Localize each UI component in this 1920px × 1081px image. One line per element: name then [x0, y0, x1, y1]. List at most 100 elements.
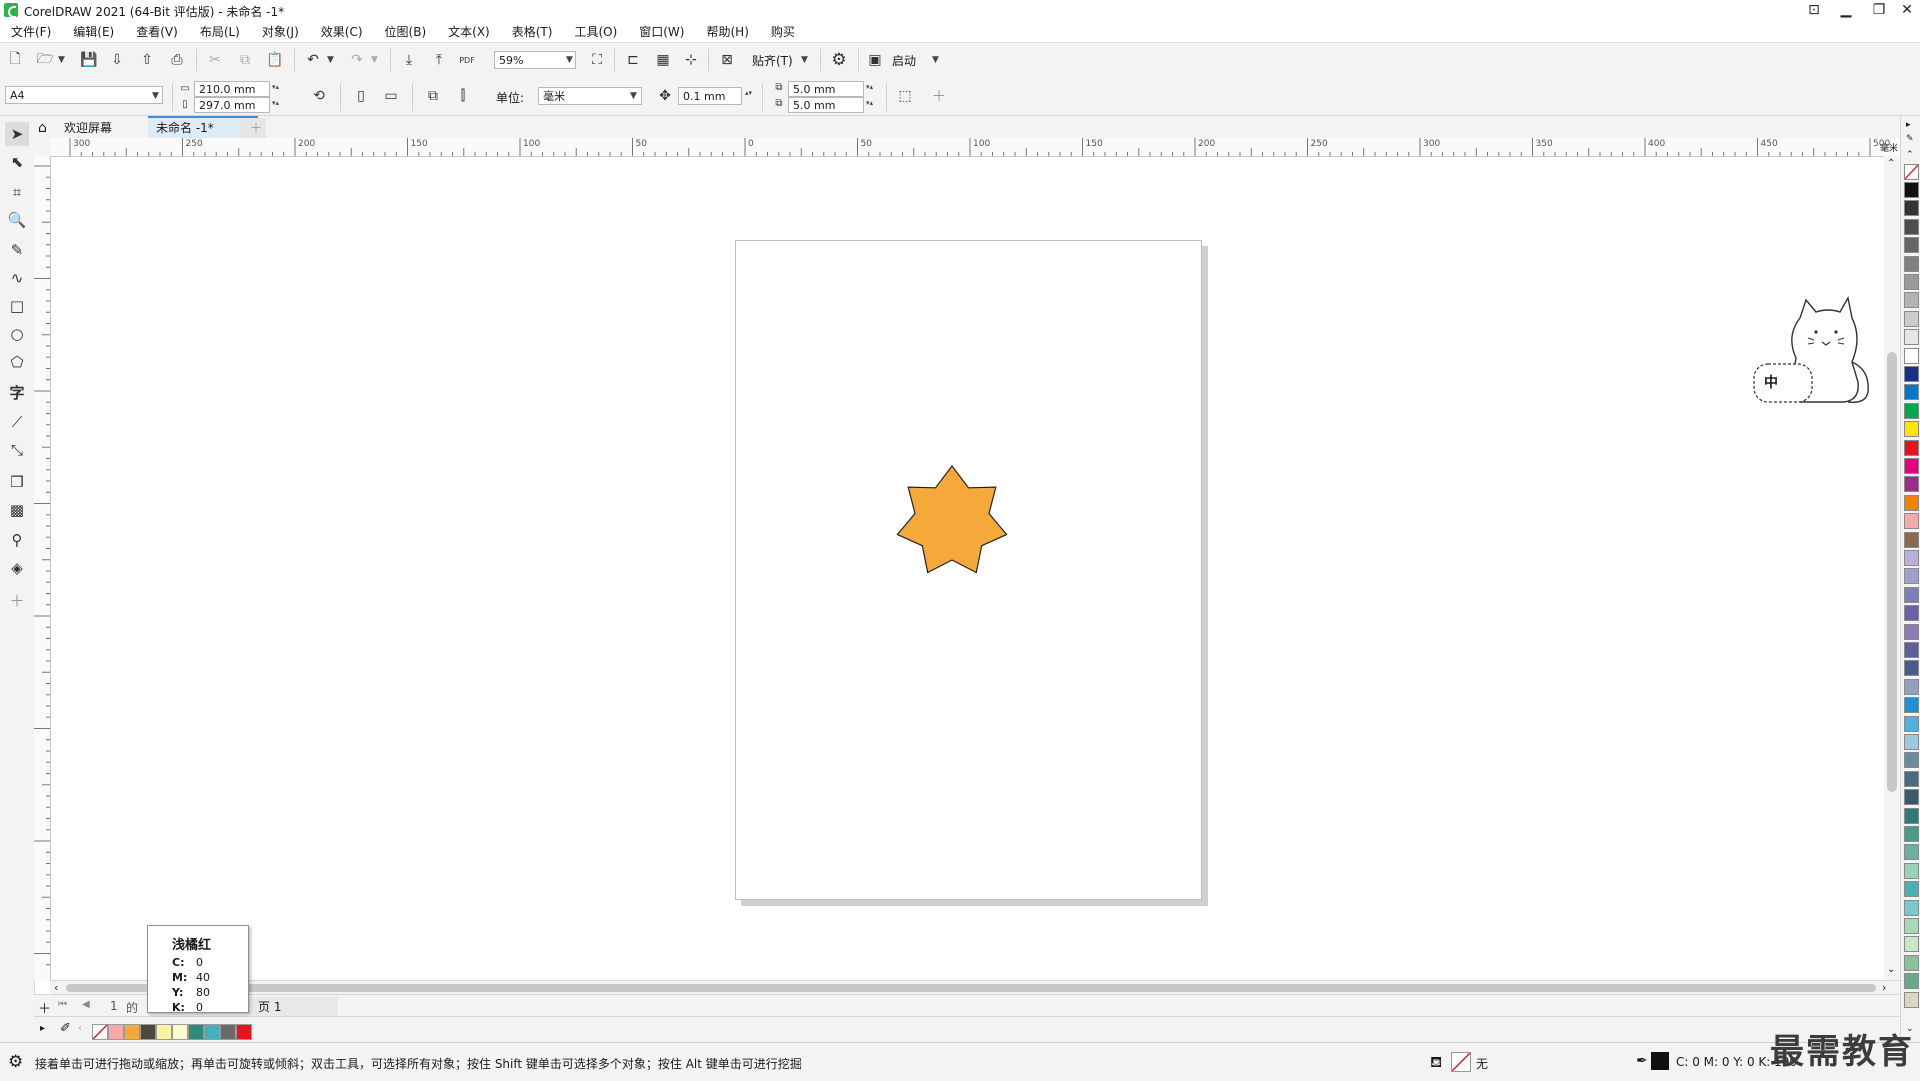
snap-to-menu[interactable]: 贴齐(T) [752, 52, 793, 69]
dup-y-spin-icon[interactable]: ▾▴ [866, 99, 873, 107]
minimize-button[interactable]: ▁ [1829, 0, 1863, 20]
paste-icon[interactable]: 📋 [264, 49, 286, 71]
new-document-icon[interactable]: 🗋 [4, 49, 26, 71]
vertical-ruler[interactable] [34, 156, 51, 980]
new-tab-icon[interactable]: ＋ [242, 118, 266, 138]
vertical-scroll-thumb[interactable] [1887, 352, 1897, 792]
menu-object[interactable]: 对象(J) [251, 23, 310, 40]
palette-color-swatch[interactable] [1904, 642, 1919, 658]
menu-effects[interactable]: 效果(C) [310, 23, 374, 40]
pick-tool-icon[interactable]: ➤ [5, 122, 29, 146]
fill-none-indicator[interactable] [1451, 1052, 1471, 1072]
palette-color-swatch[interactable] [1904, 789, 1919, 806]
snap-dropdown-icon[interactable]: ▼ [801, 55, 808, 65]
palette-color-swatch[interactable] [1904, 605, 1919, 622]
zoom-dropdown-icon[interactable]: ▼ [566, 55, 573, 65]
palette-color-swatch[interactable] [1904, 586, 1919, 603]
all-pages-size-icon[interactable]: ⟲ [308, 85, 330, 107]
palette-flyout-icon[interactable]: ▸ [1906, 120, 1911, 130]
vertical-scrollbar[interactable]: ⌃ ⌄ [1884, 156, 1900, 980]
palette-color-swatch[interactable] [1904, 862, 1919, 879]
unit-dropdown-icon[interactable]: ▼ [630, 91, 637, 101]
ellipse-tool-icon[interactable]: ○ [5, 322, 29, 346]
palette-color-swatch[interactable] [1904, 255, 1919, 272]
palette-color-swatch[interactable] [1904, 973, 1919, 990]
document-color-swatch[interactable] [220, 1024, 236, 1040]
palette-color-swatch[interactable] [1904, 954, 1919, 971]
duplicate-distance-x-field[interactable]: 5.0 mm [788, 81, 864, 97]
document-color-swatch[interactable] [108, 1024, 124, 1040]
menu-bitmaps[interactable]: 位图(B) [374, 23, 438, 40]
document-color-swatch[interactable] [156, 1024, 172, 1040]
palette-scroll-left-icon[interactable]: ‹ [78, 1023, 82, 1034]
shape-tool-icon[interactable]: ⬉ [5, 150, 29, 174]
scroll-right-icon[interactable]: › [1882, 981, 1886, 994]
dup-x-spin-icon[interactable]: ▾▴ [866, 83, 873, 91]
palette-color-swatch[interactable] [1904, 899, 1919, 916]
text-tool-icon[interactable]: 字 [5, 380, 29, 404]
drop-shadow-tool-icon[interactable]: ❒ [5, 470, 29, 494]
open-folder-icon[interactable]: 🗁 [34, 49, 56, 71]
palette-color-swatch[interactable] [1904, 623, 1919, 640]
palette-color-swatch[interactable] [1904, 421, 1919, 438]
document-color-swatch[interactable] [236, 1024, 252, 1040]
redo-icon[interactable]: ↷ [346, 49, 368, 71]
no-color-swatch[interactable] [92, 1024, 108, 1040]
palette-color-swatch[interactable] [1904, 826, 1919, 842]
width-spin-icon[interactable]: ▾▴ [272, 83, 279, 91]
interactive-fill-tool-icon[interactable]: ◈ [5, 556, 29, 580]
zoom-level-field[interactable]: 59% [494, 51, 576, 69]
duplicate-distance-y-field[interactable]: 5.0 mm [788, 97, 864, 113]
current-page-icon[interactable]: ⫿ [452, 85, 474, 107]
palette-color-swatch[interactable] [1904, 678, 1919, 695]
palette-color-swatch[interactable] [1904, 274, 1919, 290]
palette-color-swatch[interactable] [1904, 200, 1919, 217]
menu-buy[interactable]: 购买 [760, 23, 806, 40]
snap-off-icon[interactable]: ⊠ [716, 49, 738, 71]
horizontal-scroll-thumb[interactable] [66, 984, 1876, 992]
artistic-media-tool-icon[interactable]: ∿ [5, 266, 29, 290]
palette-color-swatch[interactable] [1904, 568, 1919, 585]
menu-layout[interactable]: 布局(L) [189, 23, 251, 40]
menu-help[interactable]: 帮助(H) [695, 23, 759, 40]
launch-dropdown-icon[interactable]: ▼ [932, 55, 939, 65]
copy-icon[interactable]: ⧉ [234, 49, 256, 71]
palette-color-swatch[interactable] [1904, 292, 1919, 309]
palette-color-swatch[interactable] [1904, 715, 1919, 732]
save-icon[interactable]: 💾 [78, 49, 100, 71]
palette-color-swatch[interactable] [1904, 991, 1919, 1008]
close-button[interactable]: ✕ [1890, 0, 1920, 20]
launch-menu[interactable]: 启动 [892, 52, 916, 69]
all-pages-icon[interactable]: ⧉ [422, 85, 444, 107]
page-width-field[interactable]: 210.0 mm [194, 81, 270, 97]
document-color-swatch[interactable] [172, 1024, 188, 1040]
open-dropdown-icon[interactable]: ▼ [58, 55, 65, 65]
menu-window[interactable]: 窗口(W) [628, 23, 695, 40]
menu-edit[interactable]: 编辑(E) [62, 23, 125, 40]
undo-dropdown-icon[interactable]: ▼ [327, 55, 334, 65]
palette-color-swatch[interactable] [1904, 494, 1919, 511]
document-color-swatch[interactable] [140, 1024, 156, 1040]
unit-select[interactable]: 毫米 [538, 87, 642, 105]
landscape-icon[interactable]: ▭ [380, 85, 402, 107]
home-icon[interactable]: ⌂ [34, 118, 51, 138]
scroll-up-icon[interactable]: ⌃ [1887, 158, 1895, 169]
ime-language-indicator[interactable]: 中 [1764, 372, 1778, 392]
ruler-origin[interactable] [34, 138, 51, 157]
polygon-tool-icon[interactable]: ⬠ [5, 350, 29, 374]
palette-color-swatch[interactable] [1904, 660, 1919, 677]
crop-tool-icon[interactable]: ⌗ [5, 180, 29, 204]
page-size-dropdown-icon[interactable]: ▼ [152, 91, 159, 101]
menu-file[interactable]: 文件(F) [0, 23, 62, 40]
show-guidelines-icon[interactable]: ⊹ [680, 49, 702, 71]
scroll-down-icon[interactable]: ⌄ [1887, 964, 1895, 975]
print-icon[interactable]: ⎙ [166, 49, 188, 71]
undo-icon[interactable]: ↶ [302, 49, 324, 71]
launch-app-icon[interactable]: ▣ [864, 49, 886, 71]
menu-view[interactable]: 查看(V) [125, 23, 189, 40]
palette-color-swatch[interactable] [1904, 182, 1919, 198]
palette-color-swatch[interactable] [1904, 550, 1919, 566]
account-icon[interactable]: ⊡ [1797, 0, 1831, 20]
palette-eyedropper-icon[interactable]: ✐ [60, 1021, 71, 1036]
palette-color-swatch[interactable] [1904, 384, 1919, 401]
